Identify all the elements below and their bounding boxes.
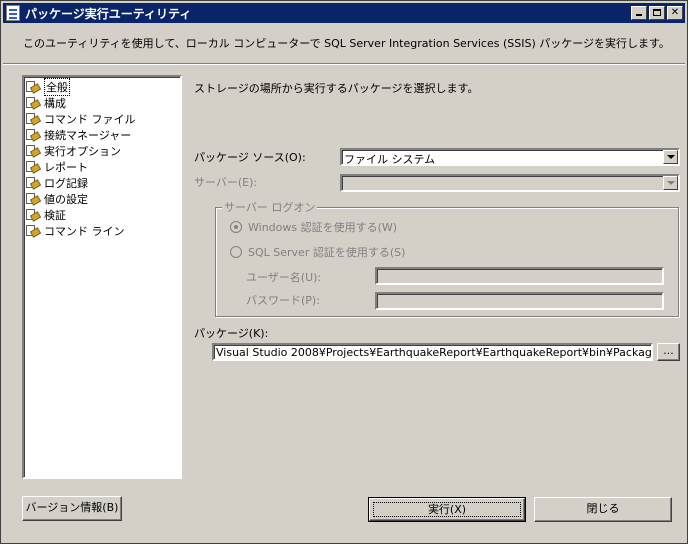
- header-separator: [3, 63, 685, 65]
- browse-button-label: ...: [663, 344, 674, 357]
- nav-item-label: ログ記録: [44, 177, 88, 190]
- close-icon: ✕: [670, 7, 680, 18]
- nav-item[interactable]: 検証: [24, 207, 180, 223]
- nav-item[interactable]: コマンド ライン: [24, 223, 180, 239]
- server-logon-group-title: サーバー ログオン: [222, 199, 318, 215]
- page-wrench-icon: [26, 145, 42, 158]
- sql-auth-label: SQL Server 認証を使用する(S): [248, 246, 406, 259]
- username-label: ユーザー名(U):: [246, 271, 322, 284]
- password-input[interactable]: [375, 292, 664, 310]
- execute-button[interactable]: 実行(X): [368, 497, 526, 522]
- windows-auth-option[interactable]: Windows 認証を使用する(W): [230, 219, 397, 235]
- sql-auth-radio[interactable]: [230, 246, 242, 258]
- nav-item-label: 実行オプション: [44, 145, 121, 158]
- nav-item[interactable]: コマンド ファイル: [24, 111, 180, 127]
- minimize-button[interactable]: [631, 6, 647, 20]
- nav-item-label: 全般: [44, 78, 70, 96]
- nav-item-label: 値の設定: [44, 193, 88, 206]
- nav-item[interactable]: 構成: [24, 95, 180, 111]
- maximize-button[interactable]: [649, 6, 665, 20]
- page-wrench-icon: [26, 177, 42, 190]
- package-execution-utility-window: パッケージ実行ユーティリティ ✕ このユーティリティを使用して、ローカル コンピ…: [0, 0, 688, 544]
- package-path-value: Visual Studio 2008¥Projects¥EarthquakeRe…: [216, 346, 653, 359]
- page-wrench-icon: [26, 113, 42, 126]
- page-wrench-icon: [26, 97, 42, 110]
- app-document-icon: [6, 5, 20, 21]
- package-label: パッケージ(K):: [194, 327, 269, 340]
- page-navigation-list[interactable]: 全般 構成コマンド ファイル 接続マネージャー 実行オプション レポートログ記録値の設定…: [22, 75, 182, 479]
- nav-item-label: 構成: [44, 97, 66, 110]
- nav-item[interactable]: レポート: [24, 159, 180, 175]
- nav-item[interactable]: 接続マネージャー: [24, 127, 180, 143]
- password-label: パスワード(P):: [246, 294, 320, 307]
- chevron-down-icon: [667, 181, 675, 185]
- close-button[interactable]: ✕: [667, 6, 683, 20]
- general-description: ストレージの場所から実行するパッケージを選択します。: [194, 82, 479, 95]
- version-info-label: バージョン情報(B): [25, 501, 119, 514]
- version-info-button[interactable]: バージョン情報(B): [22, 496, 122, 521]
- server-label: サーバー(E):: [194, 176, 258, 189]
- execute-label: 実行(X): [427, 503, 467, 516]
- intro-text: このユーティリティを使用して、ローカル コンピューターで SQL Server …: [23, 37, 670, 50]
- minimize-icon: [636, 14, 642, 16]
- nav-item[interactable]: 全般: [24, 78, 180, 96]
- page-wrench-icon: [26, 129, 42, 142]
- sql-auth-option[interactable]: SQL Server 認証を使用する(S): [230, 244, 405, 260]
- package-path-input[interactable]: Visual Studio 2008¥Projects¥EarthquakeRe…: [212, 343, 653, 361]
- nav-item-label: レポート: [44, 161, 88, 174]
- package-source-combobox[interactable]: ファイル システム: [340, 148, 680, 166]
- maximize-icon: [653, 9, 661, 16]
- package-source-value: ファイル システム: [344, 153, 436, 166]
- nav-item[interactable]: 値の設定: [24, 191, 180, 207]
- nav-item-label: 検証: [44, 209, 66, 222]
- server-dropdown-button[interactable]: [663, 176, 678, 190]
- nav-item-label: 接続マネージャー: [44, 129, 132, 142]
- username-input[interactable]: [375, 267, 664, 285]
- page-wrench-icon: [26, 81, 42, 94]
- page-wrench-icon: [26, 161, 42, 174]
- page-wrench-icon: [26, 225, 42, 238]
- package-source-dropdown-button[interactable]: [663, 150, 678, 164]
- nav-item-label: コマンド ライン: [44, 225, 125, 238]
- package-source-label: パッケージ ソース(O):: [194, 151, 306, 164]
- chevron-down-icon: [667, 155, 675, 159]
- server-combobox[interactable]: [340, 174, 680, 192]
- title-bar[interactable]: パッケージ実行ユーティリティ ✕: [3, 3, 685, 23]
- page-wrench-icon: [26, 193, 42, 206]
- window-title: パッケージ実行ユーティリティ: [25, 6, 192, 21]
- windows-auth-radio[interactable]: [230, 221, 242, 233]
- nav-item[interactable]: ログ記録: [24, 175, 180, 191]
- browse-package-button[interactable]: ...: [657, 343, 680, 361]
- close-label: 閉じる: [586, 502, 620, 515]
- page-wrench-icon: [26, 209, 42, 222]
- nav-item-label: コマンド ファイル: [44, 113, 136, 126]
- windows-auth-label: Windows 認証を使用する(W): [248, 221, 398, 234]
- close-dialog-button[interactable]: 閉じる: [534, 497, 672, 522]
- nav-item[interactable]: 実行オプション: [24, 143, 180, 159]
